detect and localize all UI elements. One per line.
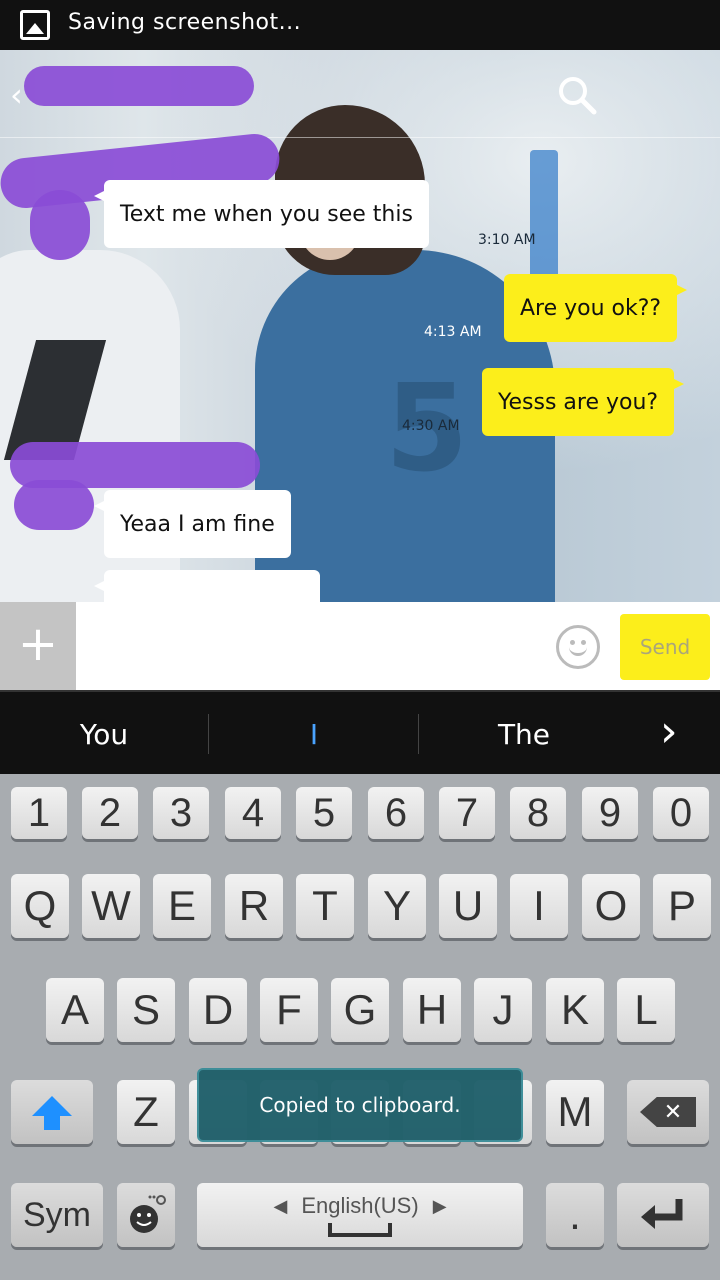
key-f[interactable]: F (260, 978, 318, 1042)
message-input[interactable] (78, 602, 548, 690)
message-input-bar: + Send (0, 602, 720, 690)
image-icon (20, 10, 50, 40)
suggestion-item[interactable]: I (210, 692, 418, 776)
message-text: Are you ok?? (520, 295, 662, 321)
emoji-icon[interactable] (556, 625, 600, 669)
enter-key[interactable] (617, 1183, 709, 1247)
message-text: Yesss are you? (498, 389, 659, 415)
message-bubble-incoming[interactable]: Yeaa I am fine (94, 490, 291, 558)
key-y[interactable]: Y (368, 874, 426, 938)
message-bubble-outgoing[interactable]: Are you ok?? (504, 274, 688, 342)
send-button[interactable]: Send (620, 614, 710, 680)
message-timestamp: 4:13 AM (424, 324, 482, 340)
space-icon (328, 1223, 392, 1237)
key-5[interactable]: 5 (296, 787, 352, 839)
key-s[interactable]: S (117, 978, 175, 1042)
back-icon[interactable]: ‹ (10, 76, 23, 114)
key-z[interactable]: Z (117, 1080, 175, 1144)
key-t[interactable]: T (296, 874, 354, 938)
key-9[interactable]: 9 (582, 787, 638, 839)
key-e[interactable]: E (153, 874, 211, 938)
toast-message: Copied to clipboard. (197, 1068, 523, 1142)
key-0[interactable]: 0 (653, 787, 709, 839)
message-bubble-incoming-partial[interactable] (94, 570, 320, 602)
message-bubble-incoming[interactable]: Text me when you see this (94, 180, 429, 248)
key-4[interactable]: 4 (225, 787, 281, 839)
shift-key[interactable] (11, 1080, 93, 1144)
key-6[interactable]: 6 (368, 787, 424, 839)
key-8[interactable]: 8 (510, 787, 566, 839)
key-u[interactable]: U (439, 874, 497, 938)
redacted-contact-name (24, 66, 254, 106)
key-q[interactable]: Q (11, 874, 69, 938)
key-l[interactable]: L (617, 978, 675, 1042)
redacted-avatar (14, 480, 94, 530)
key-2[interactable]: 2 (82, 787, 138, 839)
sym-key[interactable]: Sym (11, 1183, 103, 1247)
key-1[interactable]: 1 (11, 787, 67, 839)
status-bar: Saving screenshot... (0, 0, 720, 50)
key-h[interactable]: H (403, 978, 461, 1042)
chevron-right-icon[interactable]: › (660, 706, 678, 757)
attach-button[interactable]: + (0, 602, 76, 690)
key-w[interactable]: W (82, 874, 140, 938)
period-key[interactable]: . (546, 1183, 604, 1247)
key-p[interactable]: P (653, 874, 711, 938)
backspace-icon: ✕ (640, 1097, 696, 1127)
key-k[interactable]: K (546, 978, 604, 1042)
key-r[interactable]: R (225, 874, 283, 938)
key-g[interactable]: G (331, 978, 389, 1042)
divider (208, 714, 209, 754)
status-text: Saving screenshot... (68, 10, 302, 35)
key-o[interactable]: O (582, 874, 640, 938)
suggestion-item[interactable]: The (420, 692, 628, 776)
key-7[interactable]: 7 (439, 787, 495, 839)
shift-arrow-icon (32, 1096, 72, 1130)
chevron-left-icon: ◀ (273, 1195, 288, 1216)
key-m[interactable]: M (546, 1080, 604, 1144)
divider (418, 714, 419, 754)
search-icon[interactable] (556, 74, 598, 116)
message-timestamp: 4:30 AM (402, 418, 460, 434)
message-bubble-outgoing[interactable]: Yesss are you? (482, 368, 685, 436)
message-timestamp: 3:10 AM (478, 232, 536, 248)
redacted-avatar (30, 190, 90, 260)
language-label: English(US) (301, 1193, 419, 1218)
key-i[interactable]: I (510, 874, 568, 938)
key-3[interactable]: 3 (153, 787, 209, 839)
key-d[interactable]: D (189, 978, 247, 1042)
chevron-right-icon: ▶ (432, 1195, 447, 1216)
spacebar-key[interactable]: ◀ English(US) ▶ (197, 1183, 523, 1247)
backspace-key[interactable]: ✕ (627, 1080, 709, 1144)
smiley-gear-icon (130, 1195, 166, 1233)
message-text: Yeaa I am fine (120, 511, 275, 537)
key-a[interactable]: A (46, 978, 104, 1042)
suggestion-bar: You I The › (0, 690, 720, 774)
key-j[interactable]: J (474, 978, 532, 1042)
enter-icon (641, 1199, 683, 1229)
message-text: Text me when you see this (120, 201, 413, 227)
chat-area[interactable]: 5 ‹ Text me when you see this 3:10 AM Ar… (0, 50, 720, 602)
suggestion-item[interactable]: You (0, 692, 208, 776)
emoji-key[interactable] (117, 1183, 175, 1247)
